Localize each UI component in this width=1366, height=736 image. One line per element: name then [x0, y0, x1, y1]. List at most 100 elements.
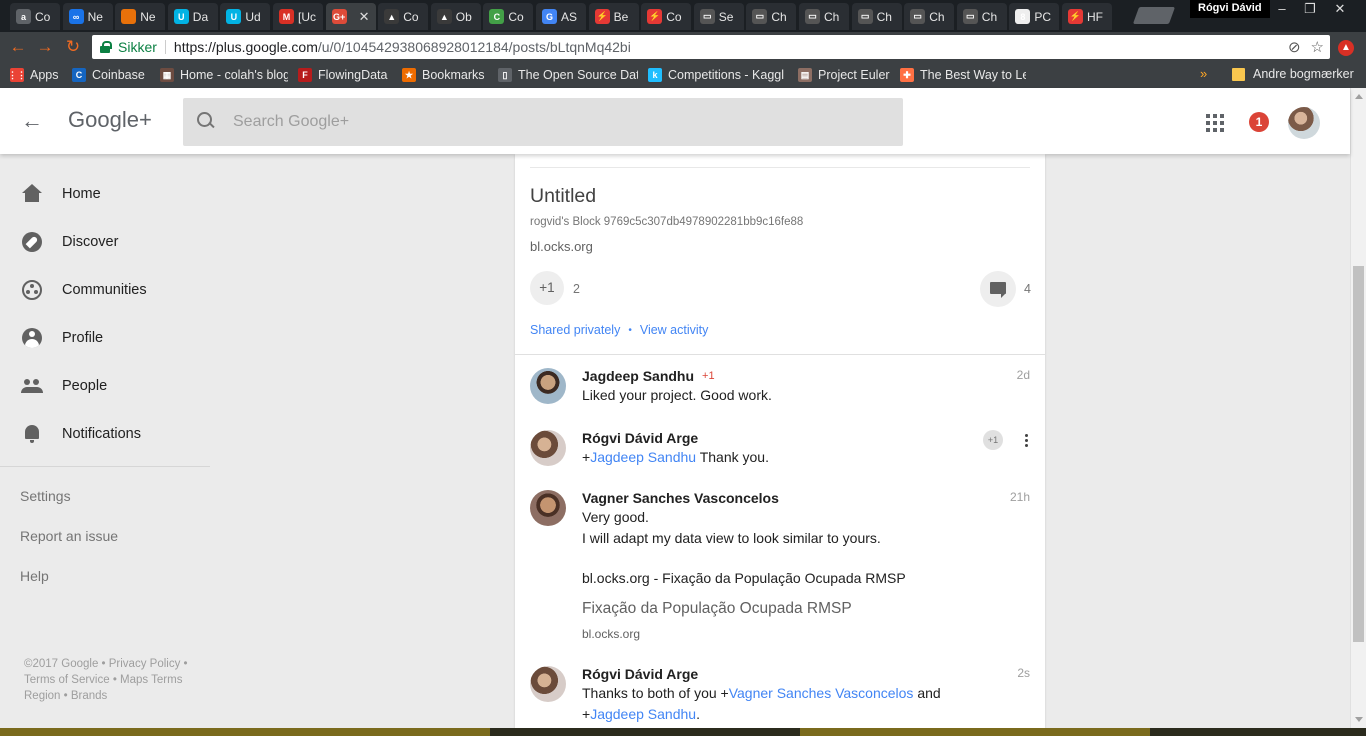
comment-icon[interactable]	[980, 271, 1016, 307]
browser-tab[interactable]: ▭ Ch	[904, 3, 955, 30]
browser-tab[interactable]: 8 PC	[1009, 3, 1060, 30]
search-box[interactable]	[183, 98, 903, 146]
browser-user-chip[interactable]: Rógvi Dávid	[1190, 0, 1270, 18]
search-icon[interactable]	[197, 112, 215, 130]
browser-tab[interactable]: G AS	[536, 3, 586, 30]
restore-button[interactable]: ❐	[1296, 0, 1324, 18]
nav-item-people[interactable]: People	[0, 362, 210, 410]
bookmark-item[interactable]: ★ Bookmarks	[392, 68, 488, 82]
search-input[interactable]	[233, 98, 893, 146]
browser-tab[interactable]: C Co	[483, 3, 534, 30]
bookmark-label: Coinbase	[92, 68, 145, 82]
link-title[interactable]: Untitled	[530, 185, 596, 208]
address-bar[interactable]: Sikker https://plus.google.com/u/0/10454…	[92, 35, 1330, 59]
minimize-button[interactable]: –	[1268, 0, 1296, 18]
browser-tab[interactable]: a Co	[10, 3, 60, 30]
nav-item-notifications[interactable]: Notifications	[0, 410, 210, 458]
browser-tab[interactable]: ∞ Ne	[62, 3, 113, 30]
browser-tab[interactable]: ▭ Ch	[746, 3, 797, 30]
nav-item-home[interactable]: Home	[0, 170, 210, 218]
tab-close-icon[interactable]: ✕	[359, 9, 370, 25]
avatar[interactable]	[530, 430, 566, 466]
browser-tab[interactable]: ⚡ HF	[1062, 3, 1112, 30]
browser-tab[interactable]: ▭ Ch	[956, 3, 1007, 30]
avatar[interactable]	[530, 368, 566, 404]
bookmark-item[interactable]: C Coinbase	[62, 68, 150, 82]
notifications-badge[interactable]: 1	[1249, 112, 1269, 132]
browser-tab[interactable]: ▭ Ch	[851, 3, 902, 30]
comment-time[interactable]: 21h	[1010, 490, 1030, 504]
mention-link[interactable]: Jagdeep Sandhu	[590, 706, 696, 722]
bookmark-item[interactable]: ⋮⋮ Apps	[0, 68, 62, 82]
comment-text-tail: Thank you.	[696, 449, 769, 465]
nav-item-communities[interactable]: Communities	[0, 266, 210, 314]
folder-icon	[1232, 67, 1245, 81]
settings-link[interactable]: Settings	[20, 488, 71, 504]
bookmark-item[interactable]: F FlowingData	[288, 68, 392, 82]
comment-author[interactable]: Rógvi Dávid Arge	[582, 430, 698, 446]
browser-tab[interactable]: ▲ Ob	[430, 3, 481, 30]
link-domain[interactable]: bl.ocks.org	[530, 239, 593, 254]
browser-tab[interactable]: G+ ✕	[325, 3, 376, 30]
forward-button[interactable]: →	[35, 37, 55, 57]
browser-tab[interactable]: ⚡ Be	[588, 3, 639, 30]
account-avatar[interactable]	[1288, 107, 1320, 139]
nav-item-profile[interactable]: Profile	[0, 314, 210, 362]
comment-author[interactable]: Rógvi Dávid Arge	[582, 666, 698, 682]
view-activity-link[interactable]: View activity	[640, 323, 709, 337]
browser-tab[interactable]: ▲ Co	[378, 3, 429, 30]
comment-author[interactable]: Jagdeep Sandhu	[582, 368, 694, 384]
help-link[interactable]: Help	[20, 568, 49, 584]
comment-time[interactable]: 2s	[1017, 666, 1030, 680]
scroll-up-arrow-icon[interactable]	[1355, 94, 1363, 99]
bookmarks-overflow-button[interactable]: »	[1200, 66, 1207, 81]
comment-text: +Jagdeep Sandhu.	[582, 704, 1002, 724]
browser-tab[interactable]: M [Uc	[273, 3, 323, 30]
shared-privately-link[interactable]: Shared privately	[530, 323, 620, 337]
comment-plus-one-button[interactable]: +1	[983, 430, 1003, 450]
browser-tab[interactable]: U Ud	[220, 3, 271, 30]
back-arrow-icon[interactable]: ←	[20, 109, 44, 133]
avatar[interactable]	[530, 666, 566, 702]
scroll-down-arrow-icon[interactable]	[1355, 717, 1363, 722]
browser-tab[interactable]: ▭ Ch	[799, 3, 849, 30]
other-bookmarks[interactable]: Andre bogmærker	[1232, 67, 1354, 81]
bookmark-item[interactable]: ▦ Home - colah's blog	[150, 68, 288, 82]
bookmark-item[interactable]: ▯ The Open Source Dat	[488, 68, 638, 82]
tab-label: Co	[666, 9, 682, 24]
google-plus-logo[interactable]: Google+	[68, 107, 152, 133]
mention-link[interactable]: Jagdeep Sandhu	[590, 449, 696, 465]
chrome-menu-icon[interactable]: ▲	[1338, 40, 1354, 56]
browser-tab[interactable]: Ne	[115, 3, 166, 30]
comment-time[interactable]: 2d	[1017, 368, 1030, 382]
back-button[interactable]: ←	[8, 37, 28, 57]
tab-label: Ch	[824, 9, 840, 24]
report-issue-link[interactable]: Report an issue	[20, 528, 118, 544]
footer-links[interactable]: ©2017 Google • Privacy Policy • Terms of…	[24, 656, 204, 704]
scroll-thumb[interactable]	[1353, 266, 1364, 642]
bookmark-label: The Best Way to Lear	[920, 68, 1026, 82]
close-window-button[interactable]: ✕	[1326, 0, 1354, 18]
comment-link[interactable]: bl.ocks.org - Fixação da População Ocupa…	[582, 568, 982, 588]
mention-link[interactable]: Vagner Sanches Vasconcelos	[729, 685, 914, 701]
blocked-popup-icon[interactable]: ⊘	[1288, 38, 1301, 56]
page-scrollbar[interactable]	[1350, 88, 1366, 728]
embed-title[interactable]: Fixação da População Ocupada RMSP	[582, 600, 982, 618]
plus-one-button[interactable]: +1	[530, 271, 564, 305]
more-vert-icon[interactable]	[1023, 431, 1029, 449]
nav-item-discover[interactable]: Discover	[0, 218, 210, 266]
browser-tab[interactable]: ▭ Se	[693, 3, 744, 30]
bookmark-star-icon[interactable]: ☆	[1311, 38, 1324, 56]
bookmark-label: The Open Source Dat	[518, 68, 638, 82]
avatar[interactable]	[530, 490, 566, 526]
bookmark-item[interactable]: ▤ Project Euler	[788, 68, 890, 82]
bookmark-item[interactable]: ✚ The Best Way to Lear	[890, 68, 1026, 82]
apps-grid-icon[interactable]	[1206, 114, 1224, 132]
bookmark-item[interactable]: k Competitions - Kaggl	[638, 68, 788, 82]
comment-author[interactable]: Vagner Sanches Vasconcelos	[582, 490, 779, 506]
reload-button[interactable]: ↻	[63, 37, 83, 57]
new-tab-button[interactable]	[1132, 7, 1176, 24]
browser-tab[interactable]: U Da	[167, 3, 218, 30]
nav-item-label: Discover	[62, 234, 119, 250]
browser-tab[interactable]: ⚡ Co	[641, 3, 692, 30]
